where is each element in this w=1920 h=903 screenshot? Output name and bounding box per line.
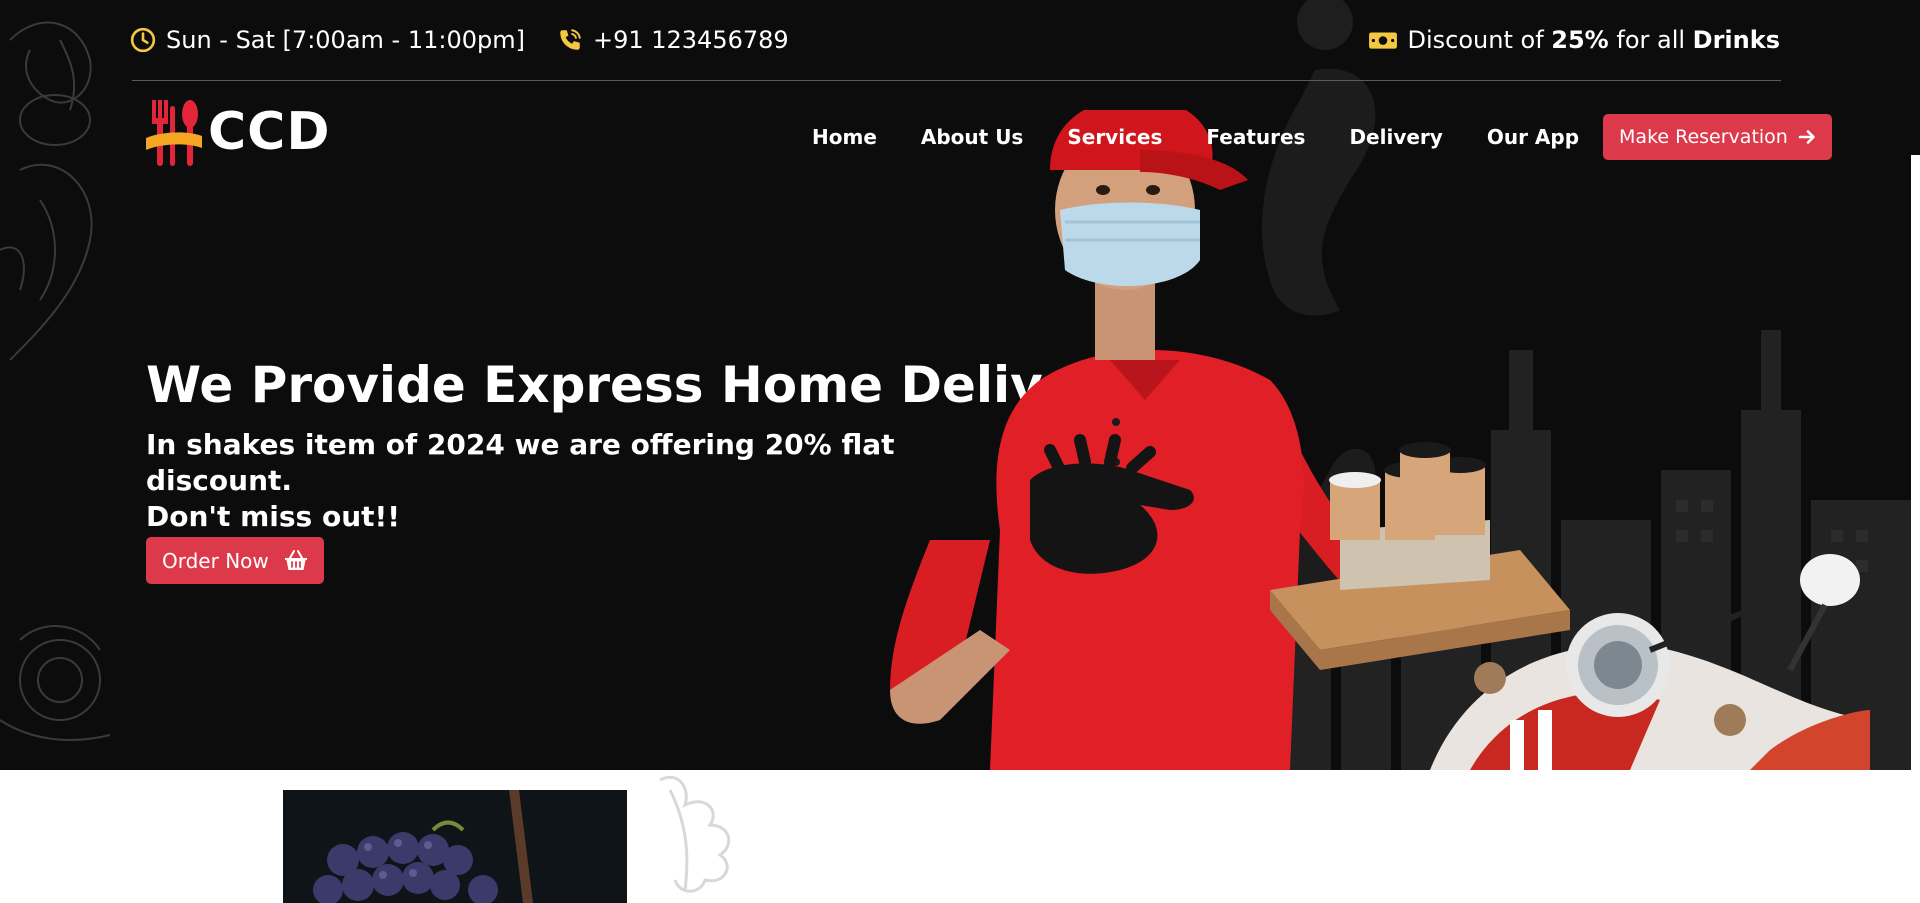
- contact-phone[interactable]: +91 123456789: [557, 26, 789, 54]
- discount-amount: 25%: [1551, 26, 1609, 54]
- topbar-left: Sun - Sat [7:00am - 11:00pm] +91 1234567…: [130, 26, 789, 54]
- main-nav: Home About Us Services Features Delivery…: [790, 114, 1832, 160]
- food-sketch-decoration: [0, 21, 111, 741]
- topbar-divider: [132, 80, 1781, 81]
- phone-icon: [560, 29, 581, 50]
- leaf-sketch-decoration: [659, 776, 731, 893]
- cash-icon: [1368, 32, 1397, 49]
- basket-icon: [285, 549, 307, 570]
- discount-prefix: Discount of: [1407, 26, 1552, 54]
- cutlery-logo-icon: [146, 100, 202, 166]
- hero-subline-line-1: In shakes item of 2024 we are offering 2…: [146, 428, 895, 497]
- clock-icon: [130, 27, 156, 53]
- discount-text: Discount of 25% for all Drinks: [1408, 26, 1780, 54]
- hero-subline-line-2: Don't miss out!!: [146, 500, 401, 533]
- discount-middle: for all: [1608, 26, 1693, 54]
- scrollbar-thumb[interactable]: [1911, 0, 1920, 155]
- arrow-right-icon: [1798, 130, 1815, 144]
- phone-number-text: +91 123456789: [592, 26, 789, 54]
- order-now-label: Order Now: [162, 548, 269, 573]
- brand-logo[interactable]: CCD: [146, 96, 331, 168]
- opening-hours: Sun - Sat [7:00am - 11:00pm]: [130, 26, 525, 54]
- opening-hours-text: Sun - Sat [7:00am - 11:00pm]: [166, 26, 525, 54]
- order-now-button[interactable]: Order Now: [146, 537, 324, 584]
- nav-item-our-app[interactable]: Our App: [1465, 114, 1601, 160]
- nav-item-services[interactable]: Services: [1045, 114, 1184, 160]
- discount-item: Drinks: [1692, 26, 1780, 54]
- nav-item-features[interactable]: Features: [1184, 114, 1327, 160]
- nav-item-about-us[interactable]: About Us: [899, 114, 1045, 160]
- nav-item-home[interactable]: Home: [790, 114, 899, 160]
- nav-item-delivery[interactable]: Delivery: [1327, 114, 1464, 160]
- hero-section: Sun - Sat [7:00am - 11:00pm] +91 1234567…: [0, 0, 1911, 770]
- next-section: [0, 770, 1920, 903]
- delivery-courier-image: [890, 110, 1870, 770]
- brand-name: CCD: [208, 102, 331, 162]
- make-reservation-label: Make Reservation: [1619, 126, 1788, 148]
- make-reservation-button[interactable]: Make Reservation: [1603, 114, 1832, 160]
- grapes-image: [283, 790, 627, 903]
- top-info-bar: Sun - Sat [7:00am - 11:00pm] +91 1234567…: [130, 14, 1780, 66]
- hero-subline: In shakes item of 2024 we are offering 2…: [146, 427, 946, 535]
- discount-banner: Discount of 25% for all Drinks: [1368, 26, 1780, 54]
